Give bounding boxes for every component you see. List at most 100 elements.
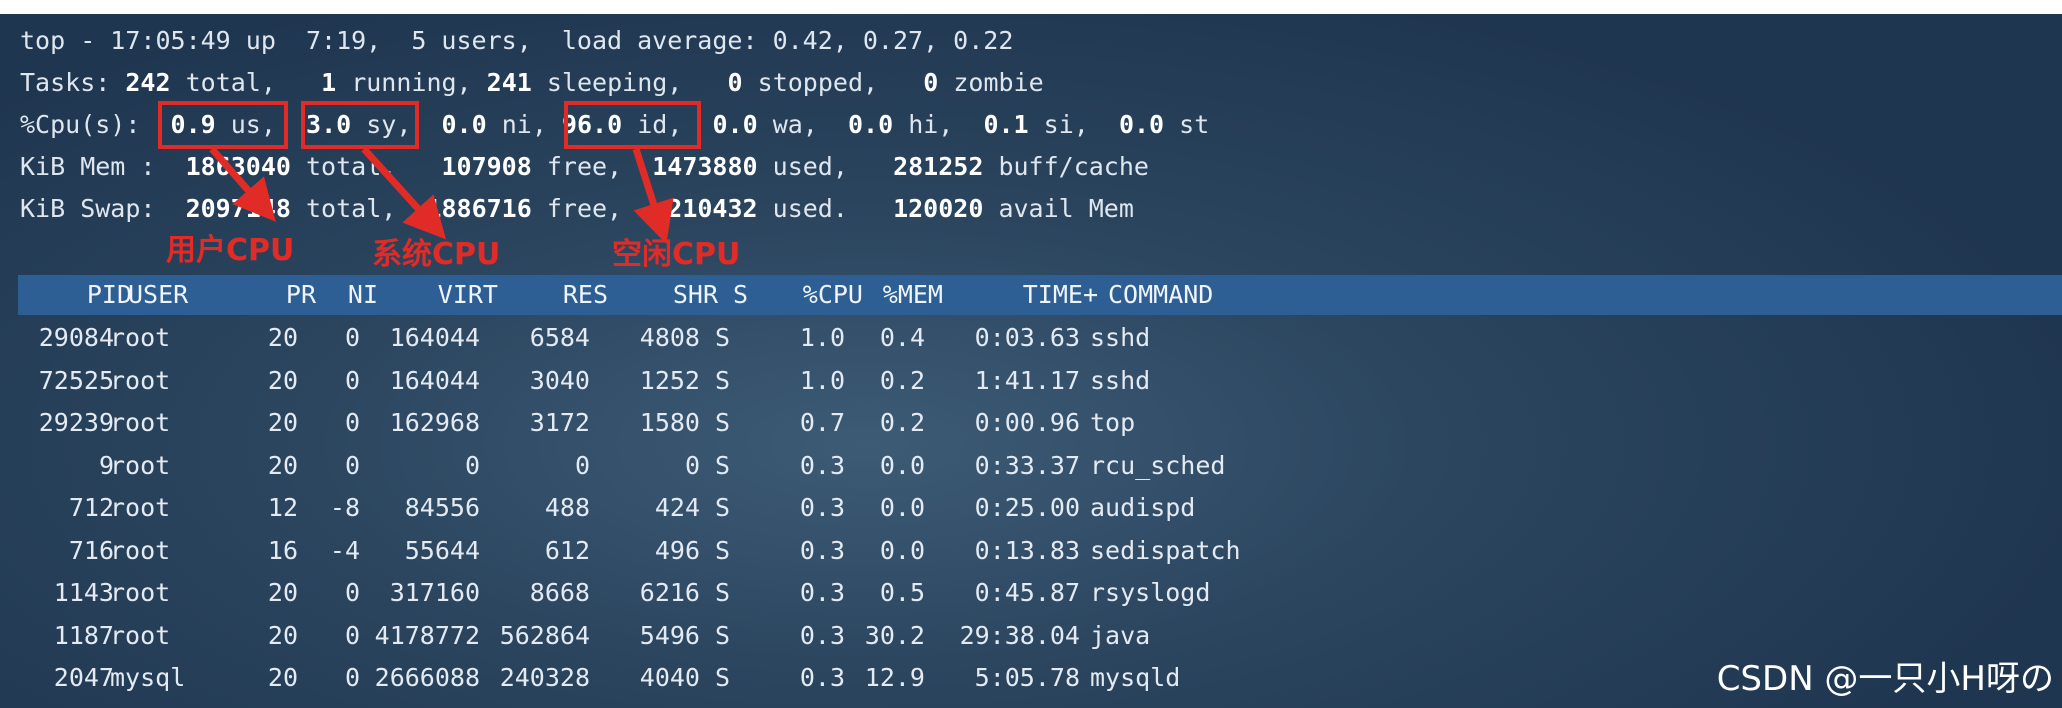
cell-virt: 317160 (389, 578, 480, 607)
cell-res: 8668 (529, 578, 590, 607)
cell-virt: 162968 (389, 408, 480, 437)
cell-command: top (1090, 408, 1136, 437)
cell-pid: 9 (98, 450, 114, 480)
cell-time: 5:05.78 (974, 663, 1080, 692)
cell-time: 0:03.63 (974, 323, 1080, 352)
cell-shr: 4808 (639, 323, 700, 352)
system-cpu-label: 系统CPU (372, 237, 501, 272)
idle-cpu-arrow (632, 147, 674, 245)
cell-cpu: 0.3 (799, 663, 845, 692)
cell-res: 488 (544, 493, 590, 522)
cell-mem: 0.2 (879, 365, 925, 395)
cell-pid: 29084 (38, 323, 114, 352)
cell-shr: 6216 (639, 578, 700, 607)
terminal-screen: top - 17:05:49 up 7:19, 5 users, load av… (0, 14, 2062, 708)
cell-time: 29:38.04 (959, 620, 1080, 650)
cell-mem: 30.2 (864, 620, 925, 650)
cell-time: 1:41.17 (974, 365, 1080, 395)
cell-command: sedispatch (1090, 535, 1241, 565)
cell-command: rsyslogd (1090, 578, 1211, 607)
cell-mem: 0.5 (879, 578, 925, 607)
cell-cpu: 0.3 (799, 493, 845, 522)
column-header-pid: PID (86, 280, 132, 309)
cell-user: mysql (110, 663, 186, 692)
column-header-pr: PR (285, 280, 316, 309)
cell-user: root (110, 620, 171, 650)
cell-cpu: 1.0 (799, 365, 845, 395)
cell-ni: 0 (344, 620, 360, 650)
cell-mem: 0.0 (879, 493, 925, 522)
cell-res: 3172 (529, 408, 590, 437)
cell-ni: 0 (344, 578, 360, 607)
cell-pr: 20 (267, 620, 298, 650)
cell-pid: 1187 (53, 620, 114, 650)
cell-pr: 20 (267, 663, 298, 692)
column-header-cpu: %CPU (802, 280, 863, 309)
cell-pid: 29239 (38, 408, 114, 437)
cell-shr: 424 (654, 493, 700, 522)
column-header-virt: VIRT (437, 280, 498, 309)
cell-pid: 2047 (53, 663, 114, 692)
column-header-time: TIME+ (1022, 280, 1098, 309)
cell-res: 562864 (499, 620, 590, 650)
column-header-res: RES (562, 280, 608, 309)
cell-pid: 712 (68, 493, 114, 522)
cell-shr: 1252 (639, 365, 700, 395)
cell-command: sshd (1090, 323, 1151, 352)
cell-pr: 12 (267, 493, 298, 522)
cell-pr: 20 (267, 365, 298, 395)
process-row: 29084 root 20 0 164044 6584 4808 S 1.0 0.4 0:03.63… (0, 317, 2062, 359)
cell-ni: 0 (344, 408, 360, 437)
user-cpu-arrow (209, 146, 276, 222)
cell-mem: 0.0 (879, 535, 925, 565)
cell-user: root (110, 365, 171, 395)
cell-cpu: 0.7 (799, 408, 845, 437)
cell-pid: 72525 (38, 365, 114, 395)
cell-mem: 12.9 (864, 663, 925, 692)
cell-pid: 716 (68, 535, 114, 565)
cell-shr: 4040 (639, 663, 700, 692)
column-header-user: USER (128, 280, 189, 309)
cell-time: 0:45.87 (974, 578, 1080, 607)
cell-ni: -4 (329, 535, 360, 565)
system-cpu-arrow (361, 146, 447, 240)
cell-command: rcu_sched (1090, 450, 1226, 480)
user-cpu-label: 用户CPU (166, 233, 295, 268)
cell-shr: 0 (684, 450, 700, 480)
process-row: 1143 root 20 0 317160 8668 6216 S 0.3 0.5 0:45.87 r… (0, 572, 2062, 614)
cell-user: root (110, 578, 171, 607)
process-row: 716 root 16 -4 55644 612 496 S 0.3 0.0 0:13.83 sedi… (0, 530, 2062, 572)
process-table-header: PID USER PR NI VIRT RES SHR S %CPU %MEM … (18, 275, 2062, 315)
cell-ni: 0 (344, 450, 360, 480)
cell-virt: 2666088 (374, 663, 480, 692)
cell-res: 6584 (529, 323, 590, 352)
cell-pr: 20 (267, 408, 298, 437)
cell-res: 0 (574, 450, 590, 480)
process-row: 72525 root 20 0 164044 3040 1252 S 1.0 0.2 1:41.17… (0, 360, 2062, 402)
cell-cpu: 1.0 (799, 323, 845, 352)
column-header-ni: NI (347, 280, 378, 309)
cell-time: 0:33.37 (974, 450, 1080, 480)
cell-command: audispd (1090, 493, 1196, 522)
cell-shr: 1580 (639, 408, 700, 437)
cell-res: 612 (544, 535, 590, 565)
cell-pr: 20 (267, 450, 298, 480)
cell-time: 0:25.00 (974, 493, 1080, 522)
cell-user: root (110, 493, 171, 522)
cell-time: 0:00.96 (974, 408, 1080, 437)
cell-command: mysqld (1090, 663, 1181, 692)
process-row: 712 root 12 -8 84556 488 424 S 0.3 0.0 0:25.00 audi… (0, 487, 2062, 529)
cell-virt: 164044 (389, 365, 480, 395)
column-header-mem: %MEM (882, 280, 943, 309)
column-header-shr: SHR (672, 280, 718, 309)
cell-pr: 20 (267, 323, 298, 352)
cell-res: 240328 (499, 663, 590, 692)
cell-pr: 16 (267, 535, 298, 565)
cell-shr: 496 (654, 535, 700, 565)
watermark: CSDN @一只小H呀の (1716, 659, 2054, 699)
cell-pr: 20 (267, 578, 298, 607)
cell-cpu: 0.3 (799, 535, 845, 565)
cell-ni: -8 (329, 493, 360, 522)
cell-cpu: 0.3 (799, 620, 845, 650)
cell-command: sshd (1090, 365, 1151, 395)
